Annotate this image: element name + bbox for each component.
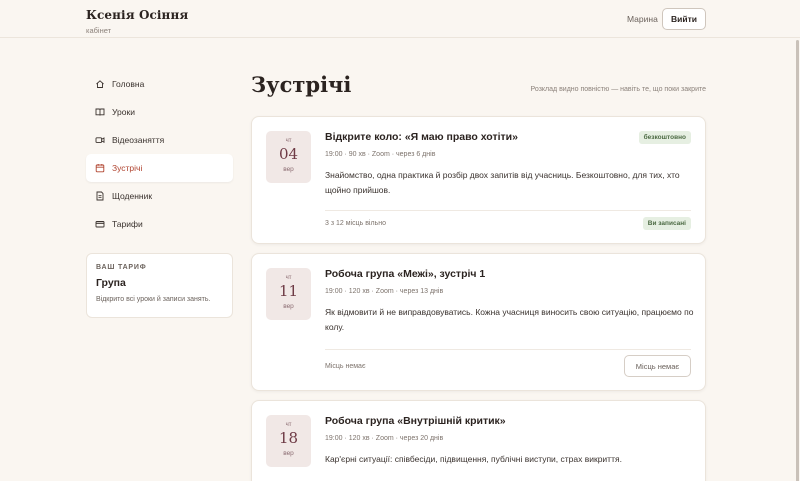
date-weekday: чт [285,138,292,144]
meeting-card: чт 04 вер Відкрите коло: «Я маю право хо… [251,116,706,244]
date-day: 04 [278,145,299,163]
date-day: 18 [278,429,299,447]
meeting-meta: 19:00 · 90 хв · Zoom · через 6 днів [325,151,436,158]
card-divider [325,349,691,350]
date-badge: чт 18 вер [266,415,311,467]
meeting-title: Робоча група «Внутрішній критик» [325,415,506,427]
date-badge: чт 11 вер [266,268,311,320]
meeting-card: чт 18 вер Робоча група «Внутрішній крити… [251,400,706,481]
free-badge: безкоштовно [638,131,691,144]
sidebar-item-label: Відеозаняття [112,135,165,145]
sidebar-item-journal[interactable]: Щоденник [86,182,233,210]
sidebar-item-label: Головна [112,79,145,89]
user-name: Марина [627,14,658,24]
date-month: вер [283,303,294,310]
journal-icon [95,191,105,201]
meeting-description: Знайомство, одна практика й розбір двох … [325,170,680,195]
schedule-note: Розклад видно повністю — навіть те, що п… [530,86,706,93]
meeting-title: Робоча група «Межі», зустріч 1 [325,268,486,280]
logout-button[interactable]: Вийти [662,8,706,30]
card-icon [95,219,105,229]
date-day: 11 [278,282,299,300]
date-badge: чт 04 вер [266,131,311,183]
tariff-card: ВАШ ТАРИФ Група Відкрито всі уроки й зап… [86,253,233,318]
sidebar-item-videos[interactable]: Відеозаняття [86,126,233,154]
no-seats-button[interactable]: Місць немає [624,355,691,377]
scrollbar[interactable] [795,38,799,481]
tariff-description: Відкрито всі уроки й записи занять. [96,296,211,303]
home-icon [95,79,105,89]
card-divider [325,210,691,211]
sidebar-item-label: Тарифи [112,219,143,229]
video-icon [95,135,105,145]
brand-subtitle: кабінет [86,26,112,35]
date-month: вер [283,450,294,457]
date-weekday: чт [285,275,292,281]
date-weekday: чт [285,422,292,428]
seats-info: Місць немає [325,363,366,370]
book-icon [95,107,105,117]
meeting-title: Відкрите коло: «Я маю право хотіти» [325,131,518,143]
sidebar-item-meetings[interactable]: Зустрічі [86,154,233,182]
calendar-icon [95,163,105,173]
meeting-meta: 19:00 · 120 хв · Zoom · через 20 днів [325,435,444,442]
tariff-name: Група [96,277,126,289]
page-title: Зустрічі [251,72,352,97]
meeting-meta: 19:00 · 120 хв · Zoom · через 13 днів [325,288,444,295]
sidebar-nav: Головна Уроки Відеозаняття Зустрічі Щоде… [86,70,233,238]
enrolled-badge: Ви записані [642,217,691,230]
seats-info: 3 з 12 місць вільно [325,220,386,227]
meeting-description: Як відмовити й не виправдовуватись. Кожн… [325,307,694,332]
sidebar-item-lessons[interactable]: Уроки [86,98,233,126]
sidebar-item-label: Зустрічі [112,163,143,173]
tariff-caption: ВАШ ТАРИФ [96,264,147,271]
sidebar-item-label: Щоденник [112,191,153,201]
sidebar-item-tariffs[interactable]: Тарифи [86,210,233,238]
brand[interactable]: Ксенія Осіння кабінет [86,8,188,35]
brand-name: Ксенія Осіння [86,8,189,22]
meeting-description: Кар'єрні ситуації: співбесіди, підвищенн… [325,454,622,464]
scrollbar-thumb[interactable] [796,40,799,481]
sidebar-item-home[interactable]: Головна [86,70,233,98]
top-bar: Ксенія Осіння кабінет Марина Вийти [0,0,800,38]
sidebar-item-label: Уроки [112,107,135,117]
date-month: вер [283,166,294,173]
meeting-card: чт 11 вер Робоча група «Межі», зустріч 1… [251,253,706,391]
